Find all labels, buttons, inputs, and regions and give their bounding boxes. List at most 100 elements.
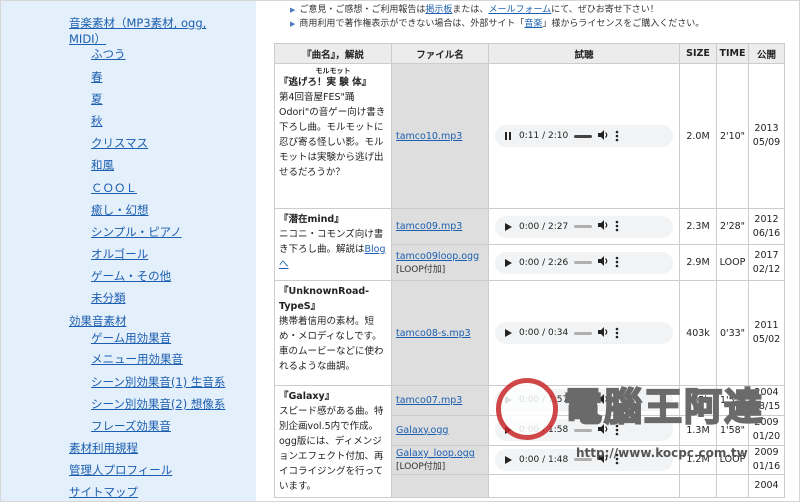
progress-slider[interactable] bbox=[574, 398, 593, 402]
file-download-link[interactable]: Galaxy.ogg bbox=[396, 425, 448, 436]
duration: 0'33" bbox=[716, 280, 749, 386]
publish-month-day: 06/16 bbox=[752, 227, 781, 239]
publish-year: 2011 bbox=[754, 320, 779, 331]
player-time: 0:00 / 2:26 bbox=[519, 257, 569, 268]
sidebar-item[interactable]: 夏 bbox=[91, 92, 103, 106]
sidebar-item[interactable]: 効果音素材 bbox=[69, 314, 127, 328]
sidebar-nav: 音楽素材（MP3素材, ogg, MIDI） ふつう春夏秋クリスマス和風 ＣＯＯＬ 癒し… bbox=[1, 1, 256, 501]
duration: 2'28" bbox=[716, 208, 749, 245]
progress-slider[interactable] bbox=[574, 458, 593, 462]
sidebar-item[interactable]: ふつう bbox=[91, 47, 126, 61]
sidebar-item[interactable]: シーン別効果音(1) 生音系 bbox=[91, 375, 225, 389]
pause-icon[interactable] bbox=[503, 131, 513, 141]
file-cell: tamco10.mp3 bbox=[391, 63, 489, 209]
publish-date: 2017 02/12 bbox=[748, 244, 785, 281]
sidebar-item[interactable]: サイトマップ bbox=[69, 485, 138, 499]
publish-year: 2004 bbox=[754, 387, 779, 399]
sidebar-item[interactable]: シンプル・ピアノ bbox=[91, 225, 182, 239]
volume-icon[interactable] bbox=[598, 256, 609, 269]
audio-player[interactable]: 0:00 / 2:26 bbox=[495, 251, 673, 274]
sidebar-item[interactable]: MIDI） bbox=[69, 32, 106, 46]
progress-slider[interactable] bbox=[574, 261, 593, 264]
more-options-icon[interactable] bbox=[615, 453, 619, 466]
file-download-link[interactable]: Galaxy_loop.ogg bbox=[396, 448, 475, 459]
file-download-link[interactable]: tamco08-s.mp3 bbox=[396, 328, 471, 339]
more-options-icon[interactable] bbox=[615, 394, 619, 407]
file-size: 1.2M bbox=[679, 444, 717, 476]
loop-note: [LOOP付加] bbox=[396, 461, 446, 472]
bbs-link[interactable]: 掲示板 bbox=[425, 5, 452, 15]
progress-slider[interactable] bbox=[574, 134, 593, 138]
volume-icon[interactable] bbox=[598, 220, 609, 233]
audio-player[interactable]: 0:00 / 1:58 bbox=[495, 419, 673, 442]
play-icon[interactable] bbox=[503, 455, 513, 465]
more-options-icon[interactable] bbox=[615, 130, 619, 143]
file-cell: tamco07.mp3 bbox=[391, 385, 489, 416]
volume-icon[interactable] bbox=[598, 393, 609, 407]
song-description: 第4回音屋FES"踊Odori"の音ゲー向け書き下ろし曲。モルモットに忍び寄る怪… bbox=[279, 92, 386, 178]
play-icon[interactable] bbox=[503, 222, 513, 232]
mail-form-link[interactable]: メールフォーム bbox=[488, 5, 551, 15]
progress-slider[interactable] bbox=[574, 225, 593, 228]
player-cell: 0:00 / 0:34 bbox=[488, 280, 680, 386]
more-options-icon[interactable] bbox=[615, 327, 619, 340]
player-time: 0:00 / 1:57 bbox=[519, 395, 569, 406]
sidebar-item[interactable]: 和風 bbox=[91, 158, 114, 172]
sidebar-item[interactable]: ＣＯＯＬ bbox=[91, 181, 137, 195]
progress-slider[interactable] bbox=[574, 331, 593, 335]
file-size: 1.3M bbox=[679, 414, 717, 446]
file-download-link[interactable]: tamco09loop.ogg bbox=[396, 251, 479, 262]
browser-viewport: 音楽素材（MP3素材, ogg, MIDI） ふつう春夏秋クリスマス和風 ＣＯＯＬ 癒し… bbox=[0, 0, 800, 502]
song-description-cell: 『潜在mind』 ニコニ・コモンズ向け書き下ろし曲。解説はBlogへ bbox=[274, 208, 392, 281]
song-table: 『曲名』，解説 ファイル名 試聴 SIZE TIME 公開 モルモット 『逃げろ！… bbox=[274, 43, 785, 498]
sidebar-item[interactable]: 音楽素材（MP3素材, ogg, bbox=[69, 16, 206, 30]
sidebar-item[interactable]: 春 bbox=[91, 70, 103, 84]
audio-player[interactable]: 0:00 / 1:48 bbox=[495, 448, 673, 471]
file-size: 2.9M bbox=[679, 244, 717, 281]
more-options-icon[interactable] bbox=[615, 220, 619, 233]
more-options-icon[interactable] bbox=[615, 424, 619, 437]
publish-month-day: 05/09 bbox=[752, 137, 781, 148]
play-icon[interactable] bbox=[503, 258, 513, 268]
volume-icon[interactable] bbox=[598, 326, 609, 340]
sidebar-item[interactable]: 未分類 bbox=[91, 291, 126, 305]
volume-icon[interactable] bbox=[598, 423, 609, 437]
sidebar-item[interactable]: フレーズ効果音 bbox=[91, 419, 171, 433]
sidebar-item[interactable]: 素材利用規程 bbox=[69, 441, 138, 455]
file-download-link[interactable]: tamco10.mp3 bbox=[396, 131, 462, 142]
audio-player[interactable]: 0:00 / 1:57 bbox=[495, 389, 673, 412]
sidebar-item[interactable]: メニュー用効果音 bbox=[91, 352, 183, 366]
sidebar-item[interactable]: 癒し・幻想 bbox=[91, 203, 149, 217]
table-row: モルモット 『逃げろ！実 験 体』 第4回音屋FES"踊Odori"の音ゲー向け書き… bbox=[274, 63, 785, 209]
file-download-link[interactable]: tamco09.mp3 bbox=[396, 221, 462, 232]
audio-player[interactable]: 0:11 / 2:10 bbox=[495, 125, 673, 147]
duration bbox=[716, 474, 749, 498]
audio-player[interactable]: 0:00 / 0:34 bbox=[495, 322, 673, 344]
play-icon[interactable] bbox=[503, 328, 513, 338]
player-cell bbox=[488, 474, 680, 498]
sidebar-item[interactable]: 管理人プロフィール bbox=[69, 463, 172, 477]
file-download-link[interactable]: tamco07.mp3 bbox=[396, 395, 462, 406]
sidebar-item[interactable]: ゲーム用効果音 bbox=[91, 331, 171, 345]
more-options-icon[interactable] bbox=[615, 256, 619, 269]
sidebar-item[interactable]: クリスマス bbox=[91, 136, 148, 150]
progress-slider[interactable] bbox=[574, 428, 593, 432]
sidebar-item[interactable]: ゲーム・その他 bbox=[91, 269, 171, 283]
volume-icon[interactable] bbox=[598, 129, 609, 143]
volume-icon[interactable] bbox=[598, 453, 609, 466]
sidebar-item[interactable]: シーン別効果音(2) 想像系 bbox=[91, 397, 225, 411]
col-header-time: TIME bbox=[716, 43, 749, 64]
sidebar-item[interactable]: 秋 bbox=[91, 114, 103, 128]
play-icon[interactable] bbox=[503, 425, 513, 435]
external-license-link[interactable]: 音楽 bbox=[524, 19, 542, 29]
duration: 1'58" bbox=[716, 414, 749, 446]
publish-month-day: 02/12 bbox=[752, 263, 781, 275]
play-icon[interactable] bbox=[503, 395, 513, 405]
col-header-date: 公開 bbox=[748, 43, 785, 64]
publish-year: 2017 bbox=[754, 249, 779, 261]
sidebar-item[interactable]: オルゴール bbox=[91, 247, 148, 261]
audio-player[interactable]: 0:00 / 2:27 bbox=[495, 215, 673, 238]
col-header-title: 『曲名』，解説 bbox=[274, 43, 392, 64]
player-time: 0:00 / 0:34 bbox=[519, 328, 569, 338]
player-time: 0:00 / 2:27 bbox=[519, 221, 569, 232]
